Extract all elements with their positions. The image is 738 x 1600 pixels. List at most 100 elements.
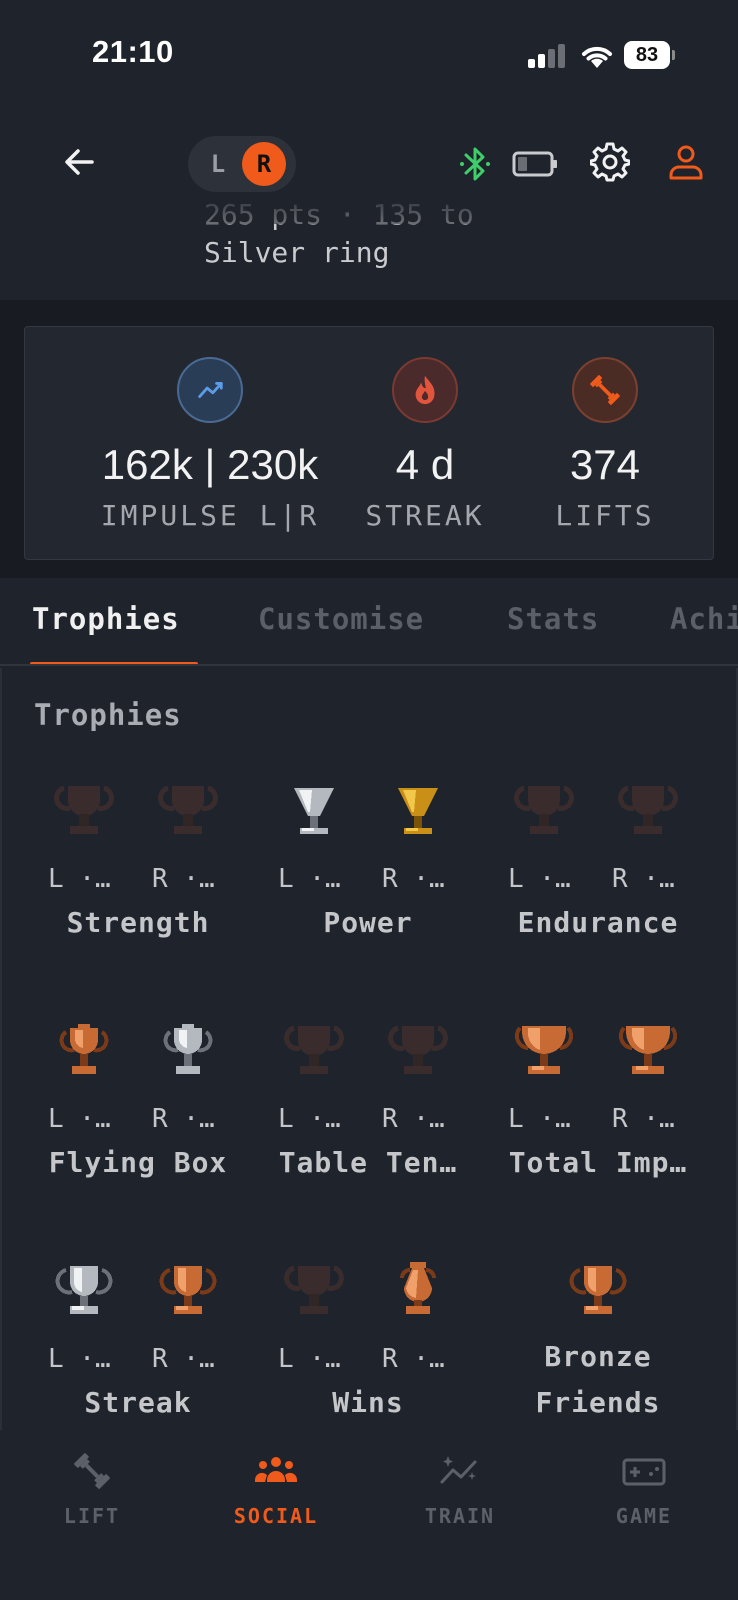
nav-lift[interactable]: LIFT xyxy=(0,1448,184,1538)
nav-train[interactable]: TRAIN xyxy=(368,1448,552,1538)
tab-customise[interactable]: Customise xyxy=(258,602,424,636)
silver-trophy-icon xyxy=(50,1258,118,1326)
phone-battery-icon: 83 xyxy=(624,41,676,69)
dumbbell-icon xyxy=(572,357,638,423)
trophy-card-strength[interactable]: L ·… R ·… Strength xyxy=(24,778,252,998)
nav-social[interactable]: SOCIAL xyxy=(184,1448,368,1538)
stats-card: 162k | 230k IMPULSE L|R 4 d STREAK 374 L… xyxy=(24,326,714,560)
left-side-label: L ·… xyxy=(48,864,111,894)
stat-value: 374 xyxy=(569,441,641,488)
tab-stats[interactable]: Stats xyxy=(507,602,599,636)
trophy-category-label: Table Ten… xyxy=(278,1146,458,1179)
trophy-category-label: Wins xyxy=(332,1386,404,1419)
left-side-label: L ·… xyxy=(48,1344,111,1374)
stat-label: LIFTS xyxy=(555,499,655,532)
wifi-icon xyxy=(582,46,612,68)
silver-trophy-icon xyxy=(154,1018,222,1086)
people-icon xyxy=(254,1457,298,1482)
right-side-label: R ·… xyxy=(382,1104,445,1134)
trend-sparkle-icon xyxy=(440,1456,477,1484)
bronze-trophy-icon xyxy=(564,1258,632,1326)
locked-trophy-icon xyxy=(280,1258,348,1326)
gamepad-icon xyxy=(622,1458,666,1486)
nav-label: TRAIN xyxy=(424,1504,496,1528)
silver-trophy-icon xyxy=(280,778,348,846)
trophy-card-flying-box[interactable]: L ·… R ·… Flying Box xyxy=(24,1018,252,1238)
trophy-card-streak[interactable]: L ·… R ·… Streak xyxy=(24,1258,252,1430)
left-side-label: L ·… xyxy=(508,864,571,894)
tab-bar: Trophies Customise Stats Achievements xyxy=(0,578,738,666)
right-side-label: R ·… xyxy=(152,1104,215,1134)
stat-label: STREAK xyxy=(365,499,485,532)
left-side-label: L ·… xyxy=(278,864,341,894)
nav-label: GAME xyxy=(615,1504,673,1528)
trophy-category-label: Total Imp… xyxy=(508,1146,688,1179)
cellular-signal-icon xyxy=(528,44,568,68)
stat-lifts: 374 LIFTS xyxy=(535,327,675,561)
section-title: Trophies xyxy=(34,698,182,732)
trophy-section: Trophies L ·… R ·… Strength L ·… R ·… Po… xyxy=(0,668,738,1430)
back-arrow-icon[interactable] xyxy=(58,140,102,184)
right-side-label: R ·… xyxy=(382,1344,445,1374)
trophy-category-label: Bronze xyxy=(544,1340,652,1373)
locked-trophy-icon xyxy=(614,778,682,846)
trophy-category-label: Flying Box xyxy=(48,1146,228,1179)
trend-icon xyxy=(177,357,243,423)
trophy-card-power[interactable]: L ·… R ·… Power xyxy=(254,778,482,998)
left-side-label: L ·… xyxy=(508,1104,571,1134)
bronze-trophy-icon xyxy=(510,1018,578,1086)
side-toggle-right[interactable]: R xyxy=(242,142,286,186)
trophy-card-table-tennis[interactable]: L ·… R ·… Table Ten… xyxy=(254,1018,482,1238)
bottom-nav: LIFT SOCIAL TRAIN GAME xyxy=(0,1430,738,1600)
battery-level: 83 xyxy=(624,41,670,69)
locked-trophy-icon xyxy=(384,1018,452,1086)
bronze-trophy-icon xyxy=(50,1018,118,1086)
left-side-label: L ·… xyxy=(278,1344,341,1374)
header: 265 pts · 135 to Silver ring L R xyxy=(0,110,738,300)
stat-impulse: 162k | 230k IMPULSE L|R xyxy=(45,327,375,561)
trophy-category-label: Endurance xyxy=(517,906,679,939)
trophy-card-endurance[interactable]: L ·… R ·… Endurance xyxy=(484,778,712,998)
locked-trophy-icon xyxy=(154,778,222,846)
trophy-category-label: Friends xyxy=(535,1386,661,1419)
gear-icon[interactable] xyxy=(590,142,630,182)
stat-value: 162k | 230k xyxy=(101,441,319,488)
stat-label: IMPULSE L|R xyxy=(100,499,320,532)
locked-trophy-icon xyxy=(510,778,578,846)
nav-label: LIFT xyxy=(63,1504,121,1528)
gold-trophy-icon xyxy=(384,778,452,846)
dumbbell-icon xyxy=(74,1453,110,1489)
tab-achievements[interactable]: Achievements xyxy=(670,602,738,636)
device-battery-icon[interactable] xyxy=(512,150,558,178)
bluetooth-icon[interactable] xyxy=(458,144,492,184)
flame-icon xyxy=(392,357,458,423)
tab-trophies[interactable]: Trophies xyxy=(32,602,180,636)
trophy-card-wins[interactable]: L ·… R ·… Wins xyxy=(254,1258,482,1430)
bronze-trophy-icon xyxy=(384,1258,452,1326)
side-toggle[interactable]: L R xyxy=(188,136,296,192)
right-side-label: R ·… xyxy=(152,864,215,894)
stat-value: 4 d xyxy=(395,441,455,488)
locked-trophy-icon xyxy=(280,1018,348,1086)
bronze-trophy-icon xyxy=(154,1258,222,1326)
right-side-label: R ·… xyxy=(152,1344,215,1374)
nav-game[interactable]: GAME xyxy=(552,1448,736,1538)
left-side-label: L ·… xyxy=(278,1104,341,1134)
trophy-category-label: Strength xyxy=(66,906,210,939)
left-side-label: L ·… xyxy=(48,1104,111,1134)
user-icon[interactable] xyxy=(666,142,706,182)
right-side-label: R ·… xyxy=(382,864,445,894)
trophy-card-bronze-friends[interactable]: Bronze Friends xyxy=(484,1258,712,1430)
status-time: 21:10 xyxy=(92,34,174,69)
status-bar: 21:10 83 xyxy=(0,0,738,110)
bronze-trophy-icon xyxy=(614,1018,682,1086)
active-tab-indicator xyxy=(30,662,198,664)
trophy-category-label: Power xyxy=(323,906,413,939)
side-toggle-left[interactable]: L xyxy=(206,136,230,192)
right-side-label: R ·… xyxy=(612,1104,675,1134)
trophy-card-total-impulse[interactable]: L ·… R ·… Total Imp… xyxy=(484,1018,712,1238)
nav-label: SOCIAL xyxy=(233,1504,319,1528)
trophy-category-label: Streak xyxy=(84,1386,192,1419)
locked-trophy-icon xyxy=(50,778,118,846)
rank-target-text: Silver ring xyxy=(204,236,390,269)
